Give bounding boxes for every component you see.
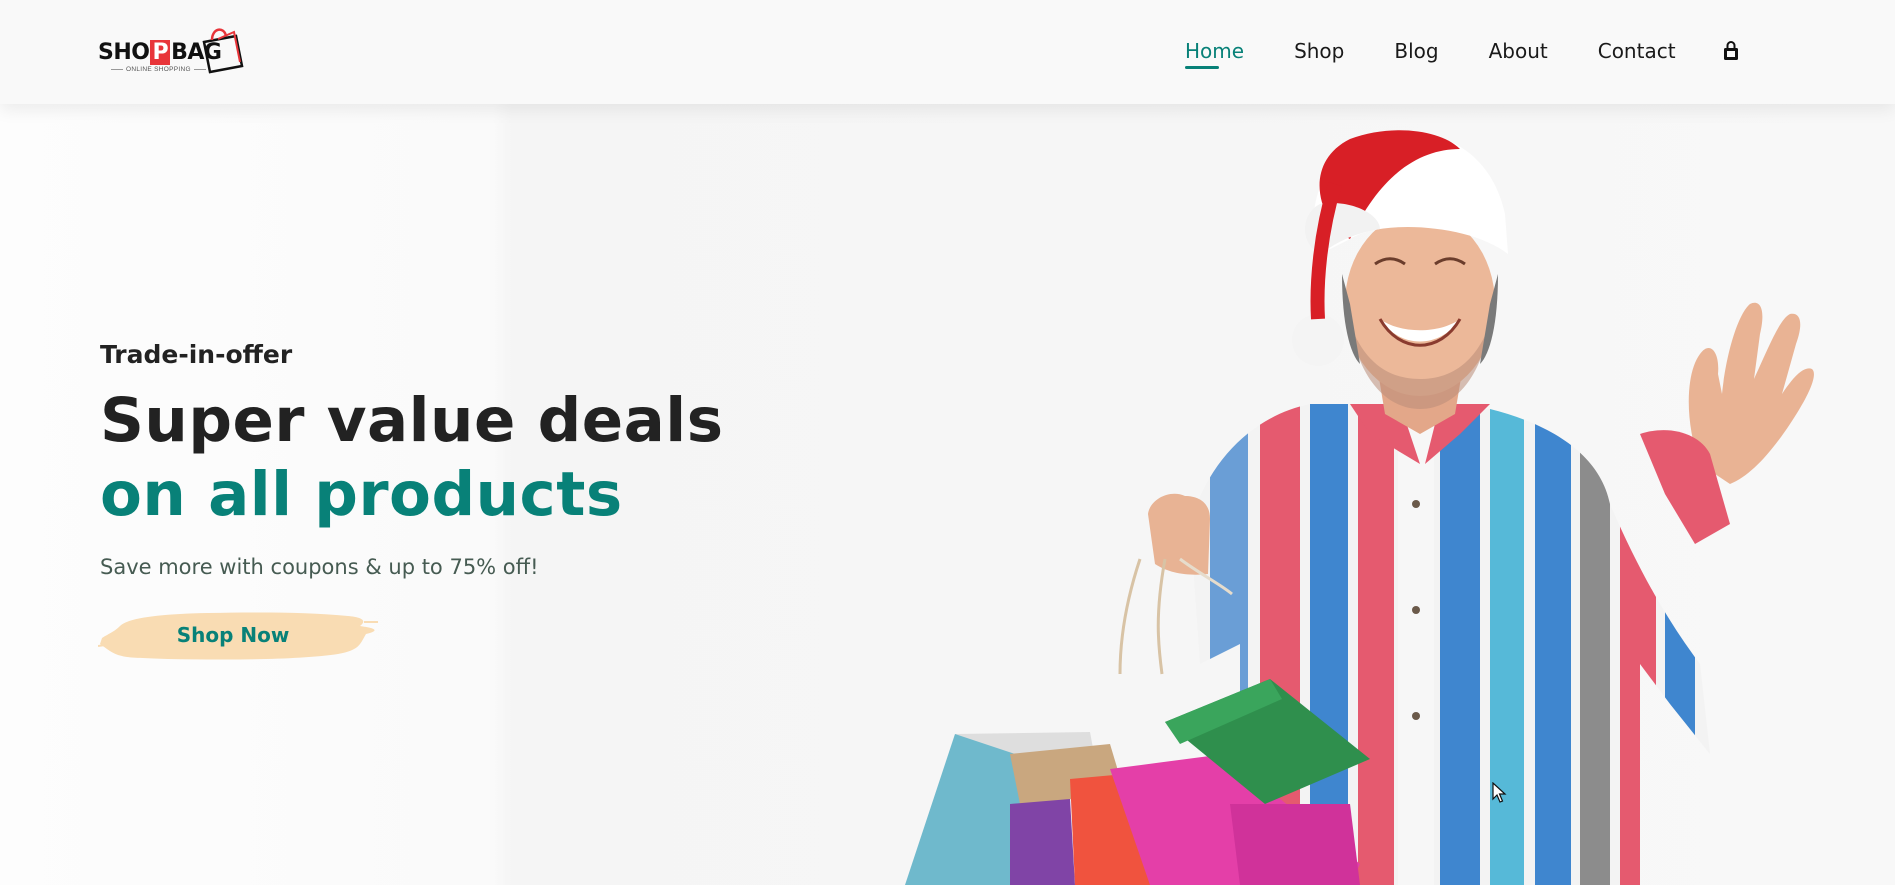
- hero-headline-line1: Super value deals: [100, 385, 724, 456]
- logo-tagline: ONLINE SHOPPING: [108, 66, 209, 73]
- site-header: SHO P BAG ONLINE SHOPPING Home Shop Blog A…: [0, 0, 1895, 104]
- nav-item-about[interactable]: About: [1489, 35, 1548, 67]
- mouse-cursor-icon: [1492, 782, 1507, 803]
- hero-section: Trade-in-offer Super value deals on all …: [0, 104, 1895, 885]
- shop-now-label: Shop Now: [176, 623, 290, 647]
- hero-subtext: Save more with coupons & up to 75% off!: [100, 555, 539, 579]
- logo[interactable]: SHO P BAG ONLINE SHOPPING: [98, 22, 244, 78]
- shop-now-button[interactable]: Shop Now: [98, 604, 378, 666]
- hero-kicker: Trade-in-offer: [100, 340, 293, 369]
- head: [1342, 212, 1498, 434]
- hero-headline-line2: on all products: [100, 459, 623, 530]
- main-nav: Home Shop Blog About Contact: [1185, 35, 1740, 69]
- hero-text-block: Trade-in-offer Super value deals on all …: [98, 340, 800, 666]
- nav-item-shop[interactable]: Shop: [1294, 35, 1344, 67]
- shopping-bag-icon[interactable]: [1722, 40, 1740, 62]
- hero-image: [905, 130, 1814, 885]
- nav-item-contact[interactable]: Contact: [1598, 35, 1676, 67]
- nav-item-home[interactable]: Home: [1185, 35, 1244, 69]
- logo-bag-icon: [202, 28, 244, 74]
- nav-item-blog[interactable]: Blog: [1394, 35, 1438, 67]
